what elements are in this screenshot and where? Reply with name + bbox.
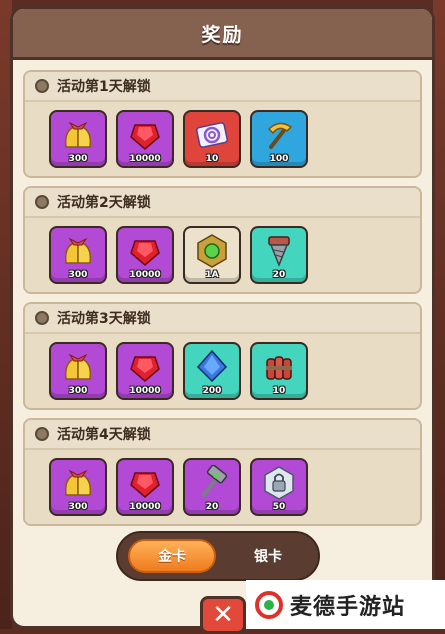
reward-item-ticket[interactable]: 10 — [183, 110, 241, 168]
reward-item-orb[interactable]: 1A — [183, 226, 241, 284]
reward-section-day-2: 活动第2天解锁 300 10000 1A 20 — [23, 186, 422, 294]
reward-item-bells[interactable]: 300 — [49, 110, 107, 168]
item-quantity: 10 — [272, 386, 286, 396]
bullet-icon — [35, 195, 49, 209]
item-quantity: 300 — [68, 270, 88, 280]
item-quantity: 10000 — [129, 270, 161, 280]
hammer-icon — [202, 465, 228, 497]
reward-item-gem[interactable]: 10000 — [116, 226, 174, 284]
reward-item-pickaxe[interactable]: 100 — [250, 110, 308, 168]
red-gem-icon — [130, 356, 160, 382]
watermark-text: 麦德手游站 — [290, 594, 406, 620]
item-quantity: 10000 — [129, 386, 161, 396]
item-quantity: 20 — [205, 502, 219, 512]
card-tab-switch: 金卡 银卡 — [116, 531, 320, 581]
golden-bells-icon — [64, 121, 92, 148]
bullet-icon — [35, 79, 49, 93]
section-title: 活动第3天解锁 — [57, 311, 151, 327]
dynamite-icon — [266, 356, 292, 380]
green-orb-hex-icon — [197, 234, 227, 268]
reward-item-gem[interactable]: 10000 — [116, 458, 174, 516]
gold-pickaxe-icon — [267, 122, 293, 149]
item-quantity: 10 — [205, 154, 219, 164]
dialog-title-bar: 奖励 — [13, 9, 432, 60]
section-header: 活动第2天解锁 — [25, 188, 420, 218]
item-quantity: 100 — [269, 154, 289, 164]
section-title: 活动第1天解锁 — [57, 79, 151, 95]
reward-section-day-3: 活动第3天解锁 300 10000 200 10 — [23, 302, 422, 410]
watermark-logo-icon — [255, 590, 283, 619]
drill-icon — [268, 236, 290, 268]
reward-item-lock[interactable]: 50 — [250, 458, 308, 516]
item-quantity: 50 — [272, 502, 286, 512]
item-quantity: 10000 — [129, 502, 161, 512]
tab-silver-card[interactable]: 银卡 — [224, 539, 312, 573]
item-quantity: 20 — [272, 270, 286, 280]
section-header: 活动第4天解锁 — [25, 420, 420, 450]
reward-item-crystal[interactable]: 200 — [183, 342, 241, 400]
reward-item-bells[interactable]: 300 — [49, 458, 107, 516]
reward-item-drill[interactable]: 20 — [250, 226, 308, 284]
bullet-icon — [35, 311, 49, 325]
item-quantity: 1A — [205, 270, 219, 280]
dialog-title: 奖励 — [201, 23, 244, 46]
item-quantity: 10000 — [129, 154, 161, 164]
golden-bells-icon — [64, 353, 92, 380]
reward-item-gem[interactable]: 10000 — [116, 110, 174, 168]
section-header: 活动第1天解锁 — [25, 72, 420, 102]
close-icon: ✕ — [212, 600, 234, 630]
item-quantity: 300 — [68, 154, 88, 164]
section-header: 活动第3天解锁 — [25, 304, 420, 334]
item-quantity: 300 — [68, 502, 88, 512]
golden-bells-icon — [64, 469, 92, 496]
watermark: 麦德手游站 — [246, 580, 445, 629]
golden-bells-icon — [64, 237, 92, 264]
red-gem-icon — [130, 240, 160, 266]
close-button[interactable]: ✕ — [200, 596, 246, 634]
red-gem-icon — [130, 472, 160, 498]
reward-item-gem[interactable]: 10000 — [116, 342, 174, 400]
reward-section-day-1: 活动第1天解锁 300 10000 10 100 — [23, 70, 422, 178]
section-title: 活动第2天解锁 — [57, 195, 151, 211]
reward-item-hammer[interactable]: 20 — [183, 458, 241, 516]
reward-section-day-4: 活动第4天解锁 300 10000 20 50 — [23, 418, 422, 526]
swirl-ticket-icon — [196, 122, 228, 148]
tab-gold-card[interactable]: 金卡 — [128, 539, 216, 573]
reward-item-bells[interactable]: 300 — [49, 226, 107, 284]
bullet-icon — [35, 427, 49, 441]
item-quantity: 200 — [202, 386, 222, 396]
reward-list[interactable]: 活动第1天解锁 300 10000 10 100 活动第2天解锁 300 100… — [17, 64, 428, 534]
red-gem-icon — [130, 124, 160, 150]
item-quantity: 300 — [68, 386, 88, 396]
reward-item-dynamite[interactable]: 10 — [250, 342, 308, 400]
lock-hex-icon — [264, 466, 294, 500]
reward-item-bells[interactable]: 300 — [49, 342, 107, 400]
section-title: 活动第4天解锁 — [57, 427, 151, 443]
blue-crystal-icon — [196, 349, 228, 383]
